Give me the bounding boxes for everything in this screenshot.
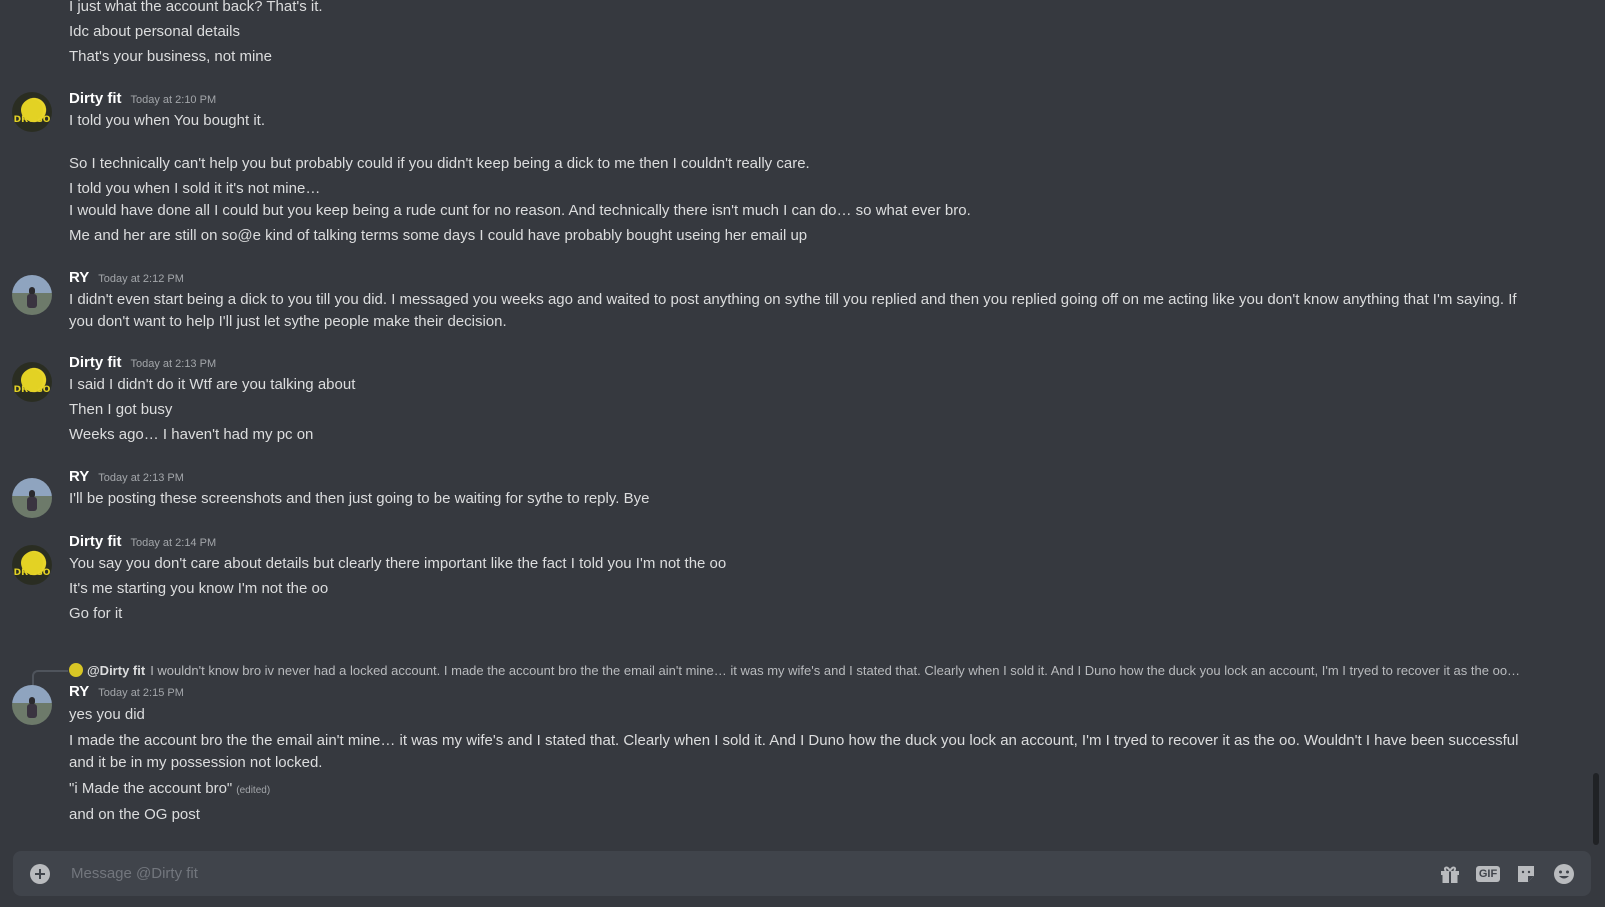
message-line: and on the OG post: [69, 806, 200, 823]
add-attachment-icon[interactable]: [30, 863, 50, 884]
avatar[interactable]: [12, 275, 52, 315]
timestamp: Today at 2:10 PM: [130, 94, 217, 106]
avatar[interactable]: DRUGO: [12, 362, 52, 402]
message-line: Me and her are still on so@e kind of tal…: [69, 227, 808, 244]
svg-text:DRUGO: DRUGO: [14, 115, 51, 125]
timestamp: Today at 2:12 PM: [98, 273, 184, 285]
message-line: "i Made the account bro" (edited): [69, 778, 270, 802]
message-line: I made the account bro the the email ain…: [69, 732, 1519, 771]
reply-text[interactable]: I wouldn't know bro iv never had a locke…: [150, 663, 1520, 678]
message-line: Weeks ago… I haven't had my pc on: [69, 426, 314, 443]
reply-preview[interactable]: @Dirty fit I wouldn't know bro iv never …: [69, 661, 1520, 679]
scrollbar-thumb[interactable]: [1593, 773, 1599, 845]
message-line: Idc about personal details: [69, 23, 240, 40]
gif-label: GIF: [1475, 865, 1501, 882]
username[interactable]: RY: [69, 683, 89, 700]
message-composer: GIF: [13, 851, 1591, 896]
timestamp: Today at 2:13 PM: [130, 358, 217, 370]
reply-spine: [32, 670, 68, 686]
message-line: yes you did: [69, 706, 145, 723]
message-text: "i Made the account bro": [69, 780, 233, 797]
username[interactable]: Dirty fit: [69, 354, 122, 371]
message-line: Go for it: [69, 605, 123, 622]
emoji-icon[interactable]: [1551, 861, 1577, 887]
timestamp: Today at 2:15 PM: [98, 687, 184, 699]
username[interactable]: Dirty fit: [69, 533, 122, 550]
message-line: I'll be posting these screenshots and th…: [69, 490, 650, 507]
username[interactable]: RY: [69, 269, 89, 286]
message-list: I just what the account back? That's it.…: [0, 0, 1590, 840]
message-line: I told you when I sold it it's not mine…: [69, 180, 321, 197]
username[interactable]: Dirty fit: [69, 90, 122, 107]
reply-author[interactable]: @Dirty fit: [87, 663, 145, 678]
message-line: It's me starting you know I'm not the oo: [69, 580, 329, 597]
username[interactable]: RY: [69, 468, 89, 485]
svg-text:DRUGO: DRUGO: [14, 568, 51, 578]
reply-avatar: [69, 663, 83, 677]
message-line: You say you don't care about details but…: [69, 555, 727, 572]
avatar[interactable]: [12, 478, 52, 518]
message-line: That's your business, not mine: [69, 48, 272, 65]
avatar[interactable]: DRUGO: [12, 92, 52, 132]
avatar[interactable]: [12, 685, 52, 725]
gift-icon[interactable]: [1437, 861, 1463, 887]
gif-icon[interactable]: GIF: [1475, 861, 1501, 887]
message-line: I said I didn't do it Wtf are you talkin…: [69, 376, 356, 393]
message-line: I just what the account back? That's it.: [69, 0, 323, 15]
composer-tools: GIF: [1425, 861, 1577, 887]
timestamp: Today at 2:13 PM: [98, 472, 184, 484]
message-line: So I technically can't help you but prob…: [69, 155, 810, 172]
message-line: I didn't even start being a dick to you …: [69, 291, 1517, 330]
message-input[interactable]: [69, 864, 1425, 883]
message-line: I would have done all I could but you ke…: [69, 202, 971, 219]
avatar[interactable]: DRUGO: [12, 545, 52, 585]
timestamp: Today at 2:14 PM: [130, 537, 217, 549]
message-line: Then I got busy: [69, 401, 173, 418]
sticker-icon[interactable]: [1513, 861, 1539, 887]
message-line: I told you when You bought it.: [69, 112, 265, 129]
edited-label: (edited): [236, 785, 271, 796]
svg-text:DRUGO: DRUGO: [14, 385, 51, 395]
